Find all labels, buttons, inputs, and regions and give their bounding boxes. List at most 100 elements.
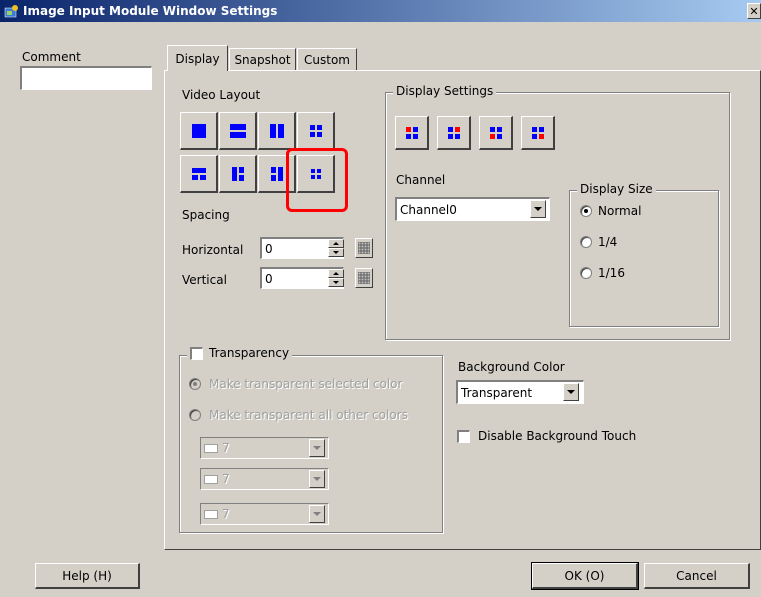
window-title: Image Input Module Window Settings [23, 4, 278, 18]
quad-channel-2-icon [447, 126, 460, 139]
ok-button-label: OK (O) [564, 568, 605, 583]
display-channel-4-button[interactable] [521, 116, 555, 150]
transparency-checkbox[interactable] [190, 346, 203, 360]
display-size-normal-label: Normal [598, 204, 642, 218]
video-layout-label: Video Layout [182, 88, 261, 102]
layout-quad-button[interactable] [297, 112, 335, 150]
display-size-normal-option[interactable]: Normal [580, 204, 641, 218]
chevron-down-icon [567, 390, 575, 394]
ok-button[interactable]: OK (O) [531, 562, 639, 590]
disable-background-touch-checkbox[interactable] [457, 429, 470, 443]
display-size-sixteenth-label: 1/16 [598, 266, 625, 280]
layout-horizontal-split-icon [229, 123, 246, 138]
horizontal-keypad-button[interactable] [355, 238, 373, 258]
disable-background-touch-label: Disable Background Touch [478, 429, 637, 443]
vertical-spin-down[interactable] [328, 278, 344, 287]
horizontal-value: 0 [265, 241, 273, 256]
layout-single-icon [191, 123, 206, 138]
horizontal-spin-down[interactable] [328, 248, 344, 257]
color-swatch [204, 474, 218, 484]
background-color-dropdown[interactable] [563, 383, 579, 401]
disable-background-touch-option[interactable]: Disable Background Touch [457, 429, 636, 443]
tab-custom-label: Custom [304, 52, 350, 67]
radio-transparent-selected[interactable] [189, 378, 201, 390]
color-dropdown-2[interactable] [309, 470, 325, 488]
comment-input[interactable] [20, 66, 152, 90]
selected-layout-highlight [286, 148, 348, 212]
close-button[interactable]: ✕ [747, 3, 761, 19]
display-size-quarter-label: 1/4 [598, 235, 618, 249]
color-value-2: 7 [222, 472, 230, 486]
app-icon [4, 5, 18, 18]
channel-label: Channel [396, 173, 446, 187]
vertical-value: 0 [265, 271, 273, 286]
vertical-keypad-button[interactable] [355, 268, 373, 288]
color-value-1: 7 [222, 441, 230, 455]
chevron-down-icon [313, 446, 321, 450]
radio-transparent-others[interactable] [189, 409, 201, 421]
layout-vertical-split-button[interactable] [258, 112, 296, 150]
horizontal-spinner[interactable] [328, 239, 344, 257]
close-icon: ✕ [749, 4, 759, 18]
display-settings-label: Display Settings [393, 84, 497, 98]
display-channel-1-button[interactable] [395, 116, 429, 150]
layout-single-button[interactable] [180, 112, 218, 150]
radio-sixteenth[interactable] [580, 267, 592, 279]
transparent-selected-option[interactable]: Make transparent selected color [189, 377, 402, 391]
chevron-down-icon [313, 512, 321, 516]
chevron-down-icon [313, 477, 321, 481]
color-swatch [204, 509, 218, 519]
horizontal-spin-up[interactable] [328, 239, 344, 248]
display-size-label: Display Size [577, 182, 656, 196]
tab-display-label: Display [175, 51, 220, 66]
transparency-toggle[interactable]: Transparency [187, 346, 293, 360]
channel-select[interactable]: Channel0 [395, 197, 550, 221]
spacing-label: Spacing [182, 208, 230, 222]
layout-left-tall-button[interactable] [219, 155, 257, 193]
horizontal-label: Horizontal [182, 243, 244, 257]
color-swatch [204, 443, 218, 453]
layout-top-wide-icon [191, 167, 206, 180]
quad-channel-4-icon [531, 126, 544, 139]
comment-label: Comment [22, 50, 81, 64]
transparent-others-label: Make transparent all other colors [209, 408, 408, 422]
background-color-label: Background Color [458, 360, 565, 374]
cancel-button-label: Cancel [676, 568, 717, 583]
quad-channel-1-icon [405, 126, 418, 139]
layout-quad-icon [309, 124, 322, 137]
help-button[interactable]: Help (H) [35, 563, 140, 589]
channel-value: Channel0 [400, 202, 457, 217]
layout-top-wide-button[interactable] [180, 155, 218, 193]
tab-custom[interactable]: Custom [297, 48, 357, 70]
display-channel-2-button[interactable] [437, 116, 471, 150]
background-color-value: Transparent [461, 385, 533, 400]
vertical-spin-up[interactable] [328, 269, 344, 278]
keypad-icon [358, 272, 370, 284]
layout-vertical-split-icon [269, 123, 284, 138]
vertical-label: Vertical [182, 273, 227, 287]
tab-snapshot[interactable]: Snapshot [229, 48, 296, 70]
keypad-icon [358, 242, 370, 254]
color-value-3: 7 [222, 507, 230, 521]
color-dropdown-3[interactable] [309, 505, 325, 523]
color-dropdown-1[interactable] [309, 439, 325, 457]
title-bar: Image Input Module Window Settings ✕ [0, 0, 761, 22]
cancel-button[interactable]: Cancel [644, 563, 750, 589]
transparent-others-option[interactable]: Make transparent all other colors [189, 408, 408, 422]
display-size-sixteenth-option[interactable]: 1/16 [580, 266, 625, 280]
layout-left-tall-icon [231, 166, 244, 181]
quad-channel-3-icon [489, 126, 502, 139]
layout-horizontal-split-button[interactable] [219, 112, 257, 150]
chevron-down-icon [534, 207, 542, 211]
radio-normal[interactable] [580, 205, 592, 217]
help-button-label: Help (H) [62, 568, 112, 583]
layout-right-tall-icon [270, 166, 283, 181]
channel-dropdown-button[interactable] [530, 200, 546, 218]
transparency-label: Transparency [209, 346, 290, 360]
tab-display[interactable]: Display [167, 45, 228, 71]
tab-snapshot-label: Snapshot [234, 52, 291, 67]
radio-quarter[interactable] [580, 236, 592, 248]
display-channel-3-button[interactable] [479, 116, 513, 150]
vertical-spinner[interactable] [328, 269, 344, 287]
display-size-quarter-option[interactable]: 1/4 [580, 235, 617, 249]
